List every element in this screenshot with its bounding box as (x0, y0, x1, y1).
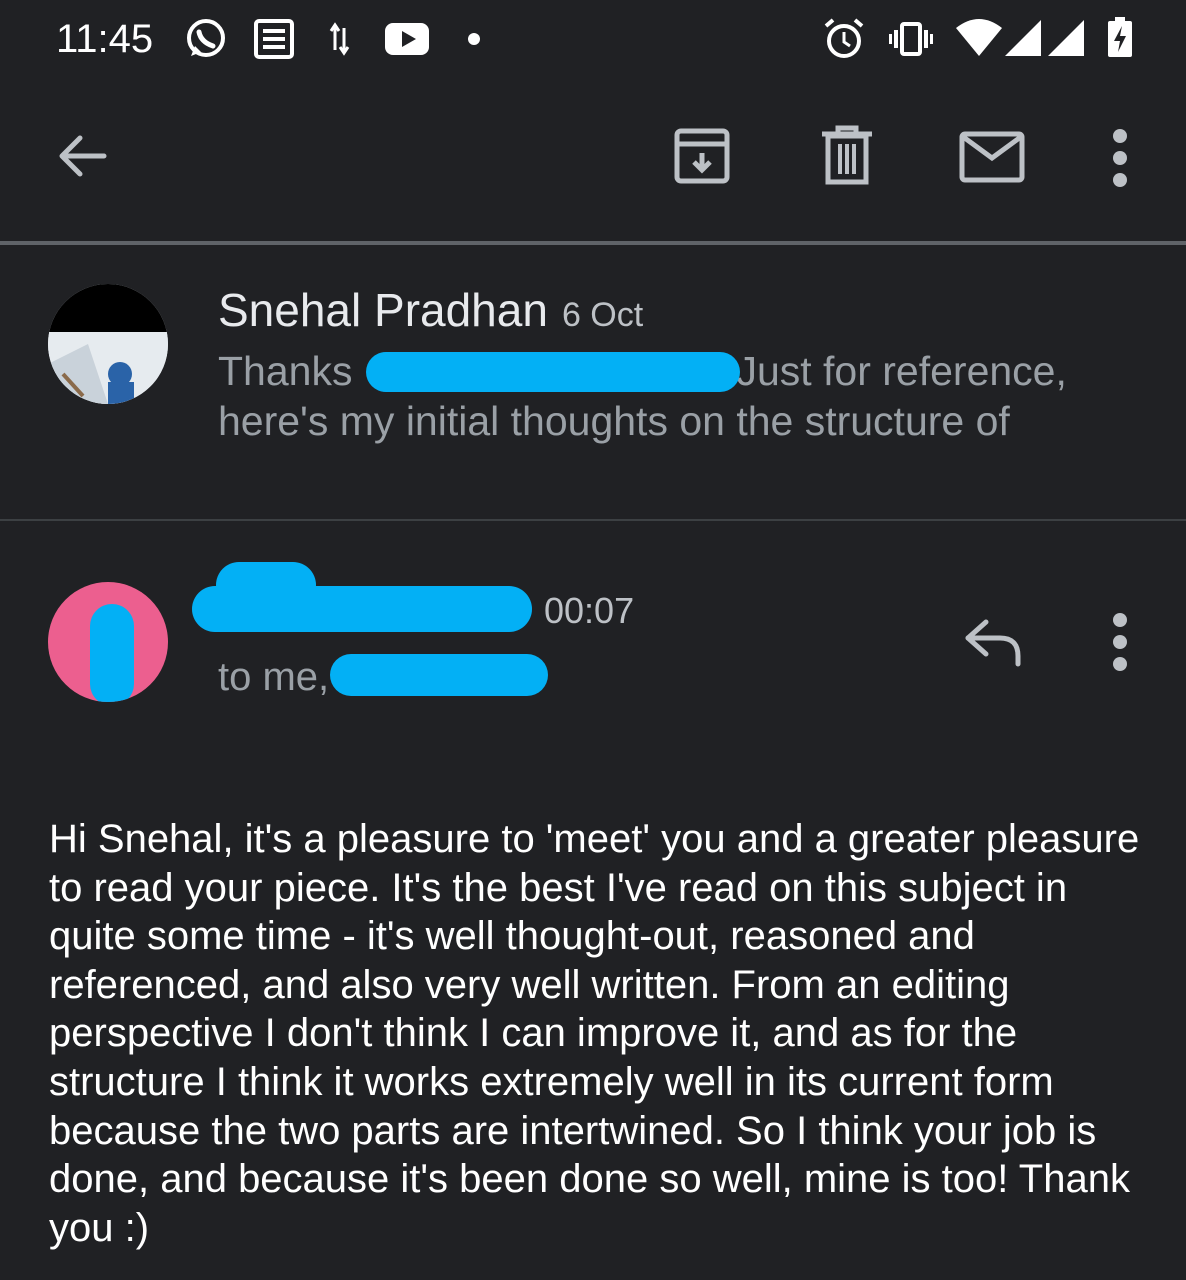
alarm-icon (822, 16, 866, 62)
data-transfer-icon (328, 16, 352, 62)
sender-avatar (48, 284, 168, 404)
recipients-line[interactable]: to me, (218, 654, 329, 700)
message-snippet-line-2: here's my initial thoughts on the struct… (218, 398, 1010, 444)
mark-unread-icon[interactable] (958, 130, 1026, 184)
whatsapp-icon (183, 16, 229, 62)
message-body: Hi Snehal, it's a pleasure to 'meet' you… (49, 815, 1159, 1252)
back-arrow-icon[interactable] (54, 128, 110, 184)
reply-icon[interactable] (962, 614, 1024, 670)
youtube-icon (383, 16, 431, 62)
dot-icon (466, 16, 482, 62)
message-date: 6 Oct (561, 296, 644, 334)
delete-icon[interactable] (818, 124, 876, 188)
vibrate-icon (888, 16, 934, 62)
signal-icon (1003, 16, 1043, 62)
toolbar-divider (0, 241, 1186, 245)
battery-charging-icon (1106, 16, 1134, 62)
redaction-mark (330, 654, 548, 696)
redaction-mark (366, 352, 740, 392)
sender-name-redacted (192, 586, 532, 632)
sender-name: Snehal Pradhan (218, 284, 548, 336)
wifi-icon (954, 16, 1004, 62)
signal-icon (1046, 16, 1086, 62)
redaction-mark (90, 604, 134, 702)
more-vert-icon[interactable] (1106, 612, 1134, 672)
archive-icon[interactable] (672, 126, 732, 186)
more-vert-icon[interactable] (1106, 128, 1134, 188)
sender-avatar (48, 582, 168, 702)
status-time: 11:45 (56, 17, 154, 61)
thread-divider (0, 519, 1186, 521)
message-body-text: Hi Snehal, it's a pleasure to 'meet' you… (49, 817, 1140, 1250)
news-icon (253, 16, 295, 62)
message-time: 00:07 (544, 590, 635, 631)
